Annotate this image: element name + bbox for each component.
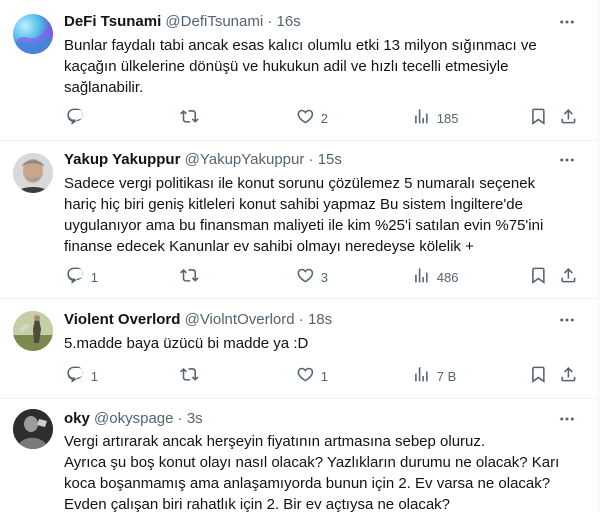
reply-button[interactable]: 1 (66, 265, 98, 289)
retweet-icon (180, 266, 199, 288)
separator-dot: · (298, 311, 304, 328)
bookmark-icon (529, 107, 548, 129)
reply-icon (66, 107, 85, 129)
timestamp[interactable]: 18s (308, 311, 332, 328)
retweet-icon (180, 365, 199, 387)
share-icon (559, 365, 578, 387)
avatar-outdoor-graphic (13, 311, 53, 351)
like-button[interactable]: 1 (296, 364, 328, 388)
bookmark-icon (529, 266, 548, 288)
tweet-text-line: Vergi artırarak ancak herşeyin fiyatının… (64, 433, 486, 450)
like-button[interactable]: 3 (296, 265, 328, 289)
heart-icon (296, 107, 315, 129)
user-handle[interactable]: @okyspage (94, 410, 173, 427)
timeline: DeFi Tsunami @DefiTsunami · 16s Bunlar f… (0, 0, 600, 515)
tweet-text-line: kaçağın ülkelerine dönüşü ve hukukun adi… (64, 58, 509, 75)
reply-count: 1 (90, 269, 98, 285)
display-name[interactable]: Yakup Yakuppur (64, 151, 180, 168)
tweet-text-line: uygulanıyor ama bu finansman maliyeti il… (64, 217, 544, 234)
heart-icon (296, 365, 315, 387)
views-count: 7 B (436, 368, 457, 384)
more-icon[interactable] (558, 410, 576, 428)
user-handle[interactable]: @ViolntOverlord (185, 311, 295, 328)
bookmark-button[interactable] (529, 364, 548, 388)
tweet-header: Violent Overlord @ViolntOverlord · 18s (64, 310, 558, 330)
tweet-text: 5.madde baya üzücü bi madde ya :D (64, 333, 572, 354)
views-button[interactable]: 185 (412, 106, 458, 130)
views-count: 185 (436, 110, 459, 126)
views-button[interactable]: 7 B (412, 364, 456, 388)
like-count: 2 (320, 110, 328, 126)
tweet-header: Yakup Yakuppur @YakupYakuppur · 15s (64, 150, 558, 170)
user-handle[interactable]: @DefiTsunami (165, 13, 263, 30)
bookmark-button[interactable] (529, 265, 548, 289)
reply-icon (66, 266, 85, 288)
tweet-text-line: sağlanabilir. (64, 79, 144, 96)
reply-count: 1 (90, 368, 98, 384)
retweet-icon (180, 107, 199, 129)
tweet-card[interactable]: Yakup Yakuppur @YakupYakuppur · 15s Sade… (0, 141, 599, 299)
more-icon[interactable] (558, 311, 576, 329)
views-icon (412, 107, 431, 129)
share-icon (559, 266, 578, 288)
tweet-card[interactable]: Violent Overlord @ViolntOverlord · 18s 5… (0, 299, 599, 399)
share-icon (559, 107, 578, 129)
timestamp[interactable]: 16s (277, 13, 301, 30)
tweet-text: Vergi artırarak ancak herşeyin fiyatının… (64, 431, 572, 515)
action-bar: 2 185 (56, 106, 586, 130)
avatar[interactable] (13, 409, 53, 449)
avatar[interactable] (13, 14, 53, 54)
heart-icon (296, 266, 315, 288)
retweet-button[interactable] (180, 265, 205, 289)
more-icon[interactable] (558, 151, 576, 169)
share-button[interactable] (559, 364, 578, 388)
more-icon[interactable] (558, 13, 576, 31)
bookmark-button[interactable] (529, 106, 548, 130)
display-name[interactable]: oky (64, 410, 90, 427)
views-icon (412, 266, 431, 288)
separator-dot: · (267, 13, 273, 30)
tweet-card[interactable]: DeFi Tsunami @DefiTsunami · 16s Bunlar f… (0, 0, 599, 141)
views-count: 486 (436, 269, 459, 285)
tweet-text-line: hariç hiç biri geniş kitleleri konut sah… (64, 196, 523, 213)
display-name[interactable]: Violent Overlord (64, 311, 180, 328)
tweet-text-line: finanse edecek Kanunlar ev sahibi olmayı… (64, 238, 474, 255)
like-button[interactable]: 2 (296, 106, 328, 130)
avatar-wave-graphic (13, 27, 53, 54)
bookmark-icon (529, 365, 548, 387)
separator-dot: · (177, 410, 183, 427)
tweet-text-line: koca boşanmamış ama anlaşamıyorda bunun … (64, 475, 551, 492)
timestamp[interactable]: 15s (318, 151, 342, 168)
tweet-card[interactable]: oky @okyspage · 3s Vergi artırarak ancak… (0, 399, 599, 515)
tweet-text-line: Sadece vergi politikası ile konut sorunu… (64, 175, 536, 192)
retweet-button[interactable] (180, 106, 205, 130)
reply-icon (66, 365, 85, 387)
views-icon (412, 365, 431, 387)
display-name[interactable]: DeFi Tsunami (64, 13, 161, 30)
avatar-portrait-graphic (13, 409, 53, 449)
retweet-button[interactable] (180, 364, 205, 388)
tweet-header: oky @okyspage · 3s (64, 409, 558, 429)
avatar[interactable] (13, 153, 53, 193)
separator-dot: · (308, 151, 314, 168)
tweet-text-line: 5.madde baya üzücü bi madde ya :D (64, 335, 309, 352)
tweet-header: DeFi Tsunami @DefiTsunami · 16s (64, 12, 558, 32)
reply-button[interactable] (66, 106, 91, 130)
avatar-portrait-graphic (13, 153, 53, 193)
user-handle[interactable]: @YakupYakuppur (185, 151, 305, 168)
action-bar: 1 3 486 (56, 265, 586, 289)
share-button[interactable] (559, 106, 578, 130)
avatar[interactable] (13, 311, 53, 351)
share-button[interactable] (559, 265, 578, 289)
reply-button[interactable]: 1 (66, 364, 98, 388)
like-count: 1 (320, 368, 328, 384)
timestamp[interactable]: 3s (187, 410, 203, 427)
tweet-text-line: Ayrıca şu boş konut olayı nasıl olacak? … (64, 454, 560, 471)
tweet-text: Bunlar faydalı tabi ancak esas kalıcı ol… (64, 35, 572, 98)
tweet-text: Sadece vergi politikası ile konut sorunu… (64, 173, 572, 257)
like-count: 3 (320, 269, 328, 285)
views-button[interactable]: 486 (412, 265, 458, 289)
tweet-text-line: Bunlar faydalı tabi ancak esas kalıcı ol… (64, 37, 537, 54)
action-bar: 1 1 7 B (56, 364, 586, 388)
